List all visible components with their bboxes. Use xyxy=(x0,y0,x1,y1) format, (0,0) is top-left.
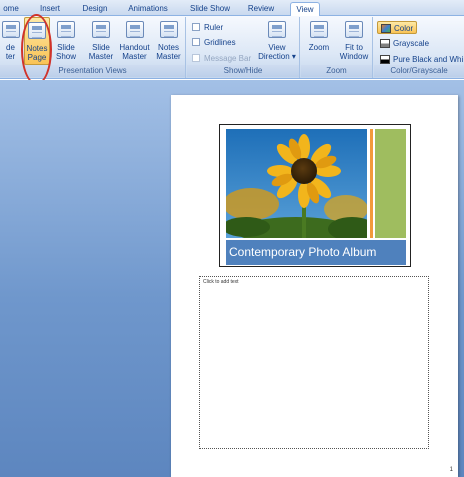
pure-black-white-label: Pure Black and White xyxy=(393,55,463,64)
slide-show-label: Slide Show xyxy=(55,43,76,61)
fit-to-window-icon xyxy=(345,21,363,38)
view-direction-button[interactable]: View Direction ▾ xyxy=(257,17,297,65)
normal-view-label: de ter xyxy=(5,43,16,61)
notes-text-box[interactable]: Click to add text xyxy=(199,276,429,449)
slide-master-icon xyxy=(92,21,110,38)
show-hide-group: Ruler Gridlines Message Bar View Directi… xyxy=(187,17,300,78)
workspace: Contemporary Photo Album Click to add te… xyxy=(0,80,464,477)
ruler-checkbox[interactable]: Ruler xyxy=(192,21,223,34)
zoom-button[interactable]: Zoom xyxy=(304,17,334,65)
accent-stripe xyxy=(370,129,373,238)
annotation-circle xyxy=(21,14,52,85)
show-hide-group-label: Show/Hide xyxy=(187,65,299,77)
tab-review[interactable]: Review xyxy=(244,2,278,16)
color-grayscale-group-label: Color/Grayscale xyxy=(374,65,464,77)
slide-title: Contemporary Photo Album xyxy=(226,240,406,265)
color-button[interactable]: Color xyxy=(377,21,417,34)
grayscale-label: Grayscale xyxy=(393,39,430,48)
notes-master-label: Notes Master xyxy=(156,43,181,61)
view-direction-icon xyxy=(268,21,286,38)
message-bar-checkbox-box xyxy=(192,54,200,62)
slide-show-button[interactable]: Slide Show xyxy=(53,17,79,65)
slide-thumbnail[interactable]: Contemporary Photo Album xyxy=(219,124,411,267)
sunflower-image xyxy=(226,129,367,238)
notes-placeholder: Click to add text xyxy=(203,279,239,285)
tab-slide-show[interactable]: Slide Show xyxy=(186,2,234,16)
fit-to-window-button[interactable]: Fit to Window xyxy=(337,17,371,65)
black-white-swatch-icon xyxy=(380,55,390,64)
handout-master-icon xyxy=(125,21,144,38)
tab-view[interactable]: View xyxy=(290,2,320,16)
message-bar-label: Message Bar xyxy=(204,54,252,63)
notes-master-button[interactable]: Notes Master xyxy=(153,17,184,65)
slide-master-label: Slide Master xyxy=(88,43,114,61)
color-grayscale-group: Color Grayscale Pure Black and White Col… xyxy=(374,17,464,78)
gridlines-label: Gridlines xyxy=(204,38,236,47)
page-number: 1 xyxy=(449,467,453,473)
normal-view-button[interactable]: de ter xyxy=(0,17,21,65)
gridlines-checkbox[interactable]: Gridlines xyxy=(192,36,236,49)
ruler-label: Ruler xyxy=(204,23,224,32)
sunflower-photo xyxy=(226,129,367,238)
notes-master-icon xyxy=(159,21,178,38)
zoom-label: Zoom xyxy=(308,43,330,52)
ribbon-tab-bar: ome Insert Design Animations Slide Show … xyxy=(0,0,464,16)
zoom-group-label: Zoom xyxy=(301,65,372,77)
tab-home[interactable]: ome xyxy=(2,2,20,16)
slide-show-icon xyxy=(57,21,75,38)
slide-master-button[interactable]: Slide Master xyxy=(86,17,116,65)
tab-design[interactable]: Design xyxy=(79,2,111,16)
view-direction-label: View Direction ▾ xyxy=(258,43,296,61)
green-panel xyxy=(375,129,406,238)
grayscale-swatch-icon xyxy=(380,39,390,48)
handout-master-button[interactable]: Handout Master xyxy=(117,17,152,65)
zoom-magnifier-icon xyxy=(310,21,328,38)
ribbon: de ter Notes Page Slide Show Slide Maste… xyxy=(0,16,464,79)
color-swatch-icon xyxy=(381,24,391,33)
message-bar-checkbox: Message Bar xyxy=(192,52,251,65)
color-label: Color xyxy=(394,24,414,33)
tab-insert[interactable]: Insert xyxy=(36,2,64,16)
notes-page: Contemporary Photo Album Click to add te… xyxy=(171,95,458,477)
fit-to-window-label: Fit to Window xyxy=(339,43,369,61)
zoom-group: Zoom Fit to Window Zoom xyxy=(301,17,373,78)
normal-view-icon xyxy=(1,21,20,38)
gridlines-checkbox-box[interactable] xyxy=(192,38,200,46)
ruler-checkbox-box[interactable] xyxy=(192,23,200,31)
grayscale-button[interactable]: Grayscale xyxy=(377,37,463,50)
tab-animations[interactable]: Animations xyxy=(123,2,173,16)
handout-master-label: Handout Master xyxy=(119,43,150,61)
